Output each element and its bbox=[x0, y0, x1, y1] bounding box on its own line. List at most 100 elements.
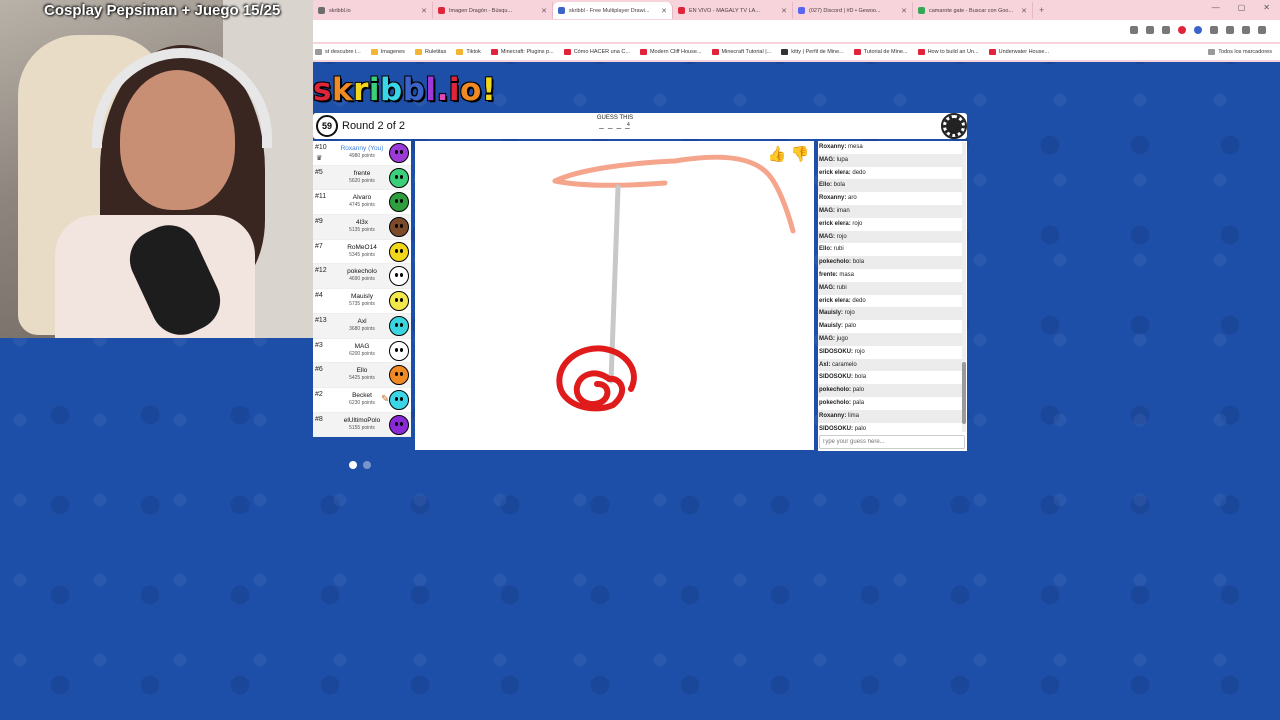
settings-gear-icon[interactable] bbox=[941, 113, 967, 139]
player-row[interactable]: #7 RoMeO14 5345 points bbox=[313, 240, 411, 265]
maximize-icon[interactable]: ▢ bbox=[1238, 3, 1246, 12]
browser-tab[interactable]: EN VIVO - MAGALY TV LA... ✕ bbox=[673, 2, 793, 19]
chat-text: palo bbox=[852, 387, 865, 394]
tab-close-icon[interactable]: ✕ bbox=[1021, 7, 1027, 15]
chat-text: mesa bbox=[848, 144, 863, 150]
minimize-icon[interactable]: — bbox=[1212, 3, 1220, 12]
browser-tab[interactable]: camarote gate - Buscar con Goo... ✕ bbox=[913, 2, 1033, 19]
menu-icon[interactable] bbox=[1258, 26, 1266, 34]
tab-close-icon[interactable]: ✕ bbox=[781, 7, 787, 15]
bookmark-item[interactable]: Ruletitas bbox=[414, 49, 446, 55]
bookmark-icon bbox=[315, 49, 322, 55]
chat-text: bola bbox=[854, 374, 867, 381]
bookmark-icon bbox=[853, 49, 861, 55]
opera-icon[interactable] bbox=[1178, 26, 1186, 34]
chat-message: MAG: jugo bbox=[818, 332, 963, 346]
address-bar[interactable] bbox=[313, 20, 1280, 42]
bookmarks-bar: st descubre i... Imagenes Ruletitas Tiktok M… bbox=[313, 44, 1280, 60]
chat-message: Mauisly: palo bbox=[818, 320, 963, 333]
share-icon[interactable] bbox=[1146, 26, 1154, 34]
bookmark-item[interactable]: Minecraft: Plugins p... bbox=[490, 49, 554, 55]
browser-tab[interactable]: skribbl - Free Multiplayer Drawi... ✕ bbox=[553, 2, 673, 19]
browser-tab[interactable]: (027) Discord | #D • Gewoo... ✕ bbox=[793, 2, 913, 19]
bookmark-label: Tiktok bbox=[466, 49, 481, 55]
pencil-icon: ✎ bbox=[381, 393, 390, 405]
bookmark-item[interactable]: Imagenes bbox=[370, 49, 405, 55]
player-row[interactable]: #5 frente 5620 points bbox=[313, 165, 411, 191]
webcam-overlay bbox=[0, 0, 313, 338]
chat-author: MAG: bbox=[819, 335, 835, 342]
player-row[interactable]: #8 elUltimoPolo 5155 points bbox=[313, 412, 411, 438]
close-icon[interactable]: ✕ bbox=[1263, 3, 1270, 12]
bookmark-label: Imagenes bbox=[380, 49, 405, 55]
player-name: Alvaro bbox=[352, 194, 372, 202]
bookmark-item[interactable]: How to build an Un... bbox=[917, 49, 979, 55]
chat-author: erick elera: bbox=[819, 169, 851, 176]
word-length: 4 bbox=[627, 122, 630, 128]
bookmark-item[interactable]: st descubre i... bbox=[315, 49, 361, 55]
player-row[interactable]: #12 pokecholo 4690 points bbox=[313, 264, 411, 290]
chat-text: lupa bbox=[836, 156, 849, 163]
bookmark-item[interactable]: Tutorial de Mine... bbox=[853, 49, 908, 55]
drawing-canvas[interactable]: 👍 👎 bbox=[415, 141, 814, 450]
bookmark-item[interactable]: Underwater House... bbox=[988, 49, 1049, 55]
new-tab-icon[interactable]: + bbox=[1033, 2, 1050, 20]
bookmark-item[interactable]: kitty | Perfil de Mine... bbox=[781, 49, 844, 55]
bookmark-item[interactable]: Minecraft Tutorial |... bbox=[711, 49, 772, 55]
player-name: Axl bbox=[357, 317, 367, 325]
logo-letter: k bbox=[331, 72, 354, 108]
all-bookmarks[interactable]: Todos los marcadores bbox=[1208, 49, 1280, 55]
player-rank: #8 bbox=[315, 415, 323, 423]
chat-message: erick elera: rojo bbox=[818, 218, 963, 231]
pager-dot-1[interactable] bbox=[349, 461, 357, 469]
player-row[interactable]: #2 Becket 6230 points ✎ bbox=[313, 388, 411, 413]
sidebar-icon[interactable] bbox=[1226, 26, 1234, 34]
profile-icon[interactable] bbox=[1242, 26, 1250, 34]
player-row[interactable]: #6 Ello 5425 points bbox=[313, 363, 411, 388]
browser-tab[interactable]: skribbl.io ✕ bbox=[313, 2, 433, 19]
chat-message: MAG: lupa bbox=[818, 153, 963, 167]
tab-label: (027) Discord | #D • Gewoo... bbox=[809, 7, 881, 14]
chat-text: aro bbox=[848, 195, 857, 202]
tab-label: skribbl.io bbox=[329, 7, 351, 14]
pager-dot-2[interactable] bbox=[363, 461, 371, 469]
player-row[interactable]: #3 MAG 6200 points bbox=[313, 339, 411, 364]
extension-icon[interactable] bbox=[1194, 26, 1202, 34]
puzzle-icon[interactable] bbox=[1210, 26, 1218, 34]
tab-strip: skribbl.io ✕ Imagen Dragón - Búsqu... ✕ skri… bbox=[313, 2, 1050, 20]
bookmark-item[interactable]: Cómo HACER una C... bbox=[563, 49, 630, 55]
player-row[interactable]: #4 Mauisly 5735 points bbox=[313, 289, 411, 314]
tab-favicon-icon bbox=[558, 7, 565, 14]
player-points: 3680 points bbox=[349, 325, 375, 332]
bookmark-item[interactable]: Tiktok bbox=[456, 49, 481, 55]
translate-icon[interactable] bbox=[1130, 26, 1138, 34]
player-name: MAG bbox=[354, 342, 370, 350]
guess-input[interactable] bbox=[819, 435, 965, 449]
bookmark-item[interactable]: Modern Cliff House... bbox=[639, 49, 702, 55]
chat-text: rubi bbox=[833, 246, 844, 253]
bookmark-label: Minecraft Tutorial |... bbox=[721, 49, 772, 55]
tab-close-icon[interactable]: ✕ bbox=[901, 7, 907, 15]
tab-close-icon[interactable]: ✕ bbox=[661, 7, 667, 15]
chat-scroll-thumb[interactable] bbox=[962, 362, 966, 424]
player-row[interactable]: #9 4l3x 5135 points bbox=[313, 215, 411, 240]
thumbs-up-icon[interactable]: 👍 bbox=[767, 144, 787, 164]
player-row[interactable]: #11 Alvaro 4745 points bbox=[313, 190, 411, 216]
chat-text: caramelo bbox=[832, 361, 857, 368]
window-controls: — ▢ ✕ bbox=[1212, 3, 1270, 12]
chat-message: MAG: rojo bbox=[818, 230, 963, 244]
tab-favicon-icon bbox=[918, 7, 925, 14]
tab-close-icon[interactable]: ✕ bbox=[541, 7, 547, 15]
bookmark-star-icon[interactable] bbox=[1162, 26, 1170, 34]
tab-label: Imagen Dragón - Búsqu... bbox=[449, 7, 512, 14]
chat-author: Mauisly: bbox=[819, 323, 844, 330]
browser-tab[interactable]: Imagen Dragón - Búsqu... ✕ bbox=[433, 2, 553, 19]
chat-scrollbar[interactable] bbox=[962, 142, 966, 432]
thumbs-down-icon[interactable]: 👎 bbox=[790, 144, 810, 164]
bookmark-label: kitty | Perfil de Mine... bbox=[791, 49, 844, 55]
chat-author: Roxanny: bbox=[819, 412, 847, 419]
player-row[interactable]: #13 Axl 3680 points bbox=[313, 313, 411, 339]
player-row[interactable]: #10 Roxanny (You) 4980 points ♛ bbox=[313, 141, 411, 166]
player-rank: #7 bbox=[315, 242, 323, 250]
tab-close-icon[interactable]: ✕ bbox=[421, 7, 427, 15]
